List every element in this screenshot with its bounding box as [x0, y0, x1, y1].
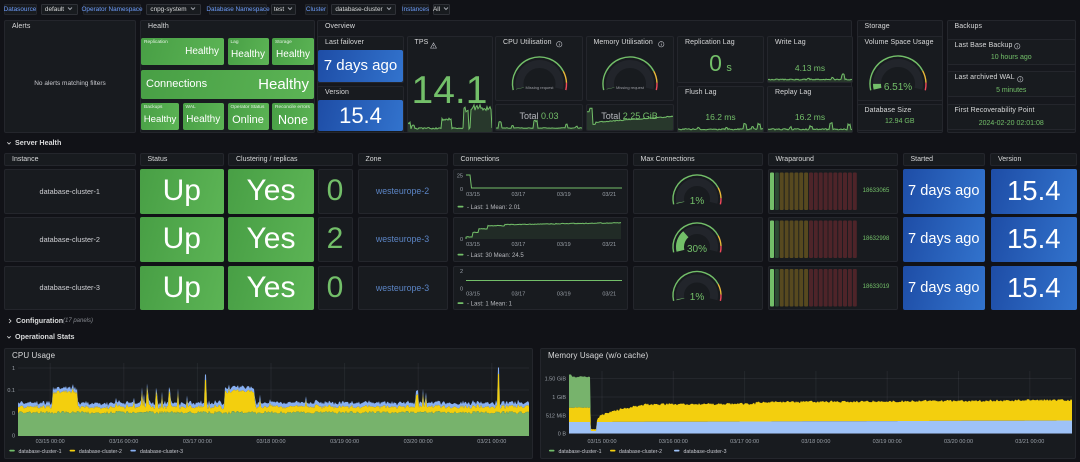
svg-text:03/17: 03/17	[512, 192, 526, 198]
svg-text:03/21: 03/21	[602, 292, 616, 298]
svg-text:0: 0	[460, 287, 463, 293]
svg-text:03/20 00:00: 03/20 00:00	[404, 439, 433, 445]
svg-text:03/17 00:00: 03/17 00:00	[730, 439, 759, 445]
svg-text:03/19: 03/19	[557, 292, 571, 298]
svg-text:03/21 00:00: 03/21 00:00	[477, 439, 506, 445]
svg-text:03/16 00:00: 03/16 00:00	[109, 439, 138, 445]
svg-text:03/19 00:00: 03/19 00:00	[873, 439, 902, 445]
svg-text:03/21: 03/21	[602, 192, 616, 198]
svg-text:0 B: 0 B	[558, 432, 567, 438]
svg-text:03/16 00:00: 03/16 00:00	[659, 439, 688, 445]
svg-text:03/15: 03/15	[466, 292, 480, 298]
svg-text:1 GiB: 1 GiB	[552, 395, 566, 401]
svg-text:03/15 00:00: 03/15 00:00	[587, 439, 616, 445]
svg-text:- Last: 30 Mean: 24.5: - Last: 30 Mean: 24.5	[467, 253, 524, 259]
svg-text:03/15: 03/15	[466, 192, 480, 198]
svg-text:database-cluster-2: database-cluster-2	[619, 449, 662, 455]
svg-text:database-cluster-1: database-cluster-1	[559, 449, 602, 455]
svg-text:03/15: 03/15	[466, 242, 480, 248]
svg-text:database-cluster-3: database-cluster-3	[684, 449, 727, 455]
svg-text:- Last: 1 Mean: 1: - Last: 1 Mean: 1	[467, 301, 513, 307]
svg-text:0: 0	[12, 411, 15, 417]
svg-text:03/19: 03/19	[557, 242, 571, 248]
svg-text:0.1: 0.1	[7, 388, 15, 394]
svg-text:database-cluster-3: database-cluster-3	[140, 449, 183, 455]
svg-text:0: 0	[460, 187, 463, 193]
svg-text:03/21 00:00: 03/21 00:00	[1015, 439, 1044, 445]
svg-text:03/21: 03/21	[602, 242, 616, 248]
svg-text:03/19: 03/19	[557, 192, 571, 198]
svg-text:03/17 00:00: 03/17 00:00	[183, 439, 212, 445]
svg-text:0: 0	[460, 237, 463, 243]
svg-text:03/15 00:00: 03/15 00:00	[36, 439, 65, 445]
svg-text:25: 25	[457, 174, 463, 180]
svg-text:- Last: 1 Mean: 2.01: - Last: 1 Mean: 2.01	[467, 205, 521, 211]
svg-text:03/17: 03/17	[512, 242, 526, 248]
svg-text:1.50 GiB: 1.50 GiB	[545, 377, 567, 383]
svg-text:03/20 00:00: 03/20 00:00	[944, 439, 973, 445]
svg-text:2: 2	[460, 269, 463, 275]
svg-text:0: 0	[12, 433, 15, 439]
svg-text:03/18 00:00: 03/18 00:00	[256, 439, 285, 445]
svg-text:03/18 00:00: 03/18 00:00	[801, 439, 830, 445]
svg-text:03/19 00:00: 03/19 00:00	[330, 439, 359, 445]
svg-text:512 MiB: 512 MiB	[546, 413, 567, 419]
svg-text:1: 1	[12, 366, 15, 372]
svg-text:database-cluster-1: database-cluster-1	[19, 449, 62, 455]
svg-text:database-cluster-2: database-cluster-2	[79, 449, 122, 455]
svg-text:03/17: 03/17	[512, 292, 526, 298]
